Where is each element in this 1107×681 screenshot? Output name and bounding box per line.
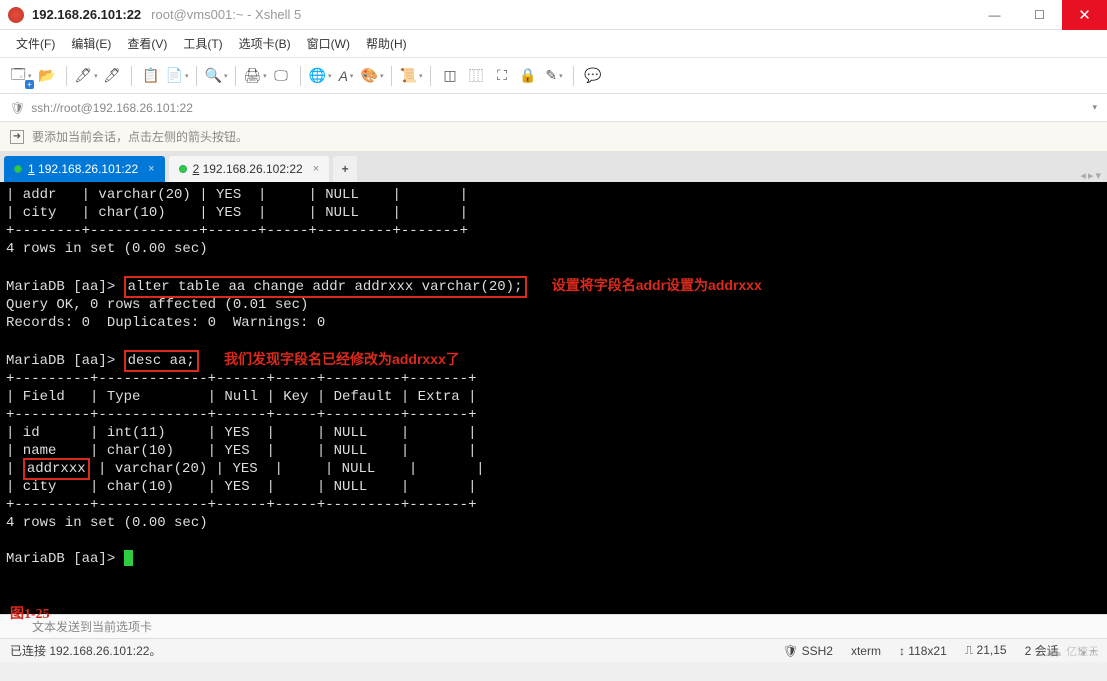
close-button[interactable]: ✕ bbox=[1062, 0, 1107, 30]
status-ssh: 🛡 SSH2 bbox=[783, 644, 833, 658]
tab-nav: ◂ ▸ ▾ bbox=[1080, 169, 1107, 182]
address-input[interactable]: ssh://root@192.168.26.101:22 bbox=[31, 101, 1092, 115]
open-icon[interactable]: 📂 bbox=[36, 65, 58, 87]
tab-session-1[interactable]: 1 192.168.26.101:22 × bbox=[4, 156, 165, 182]
compose-bar[interactable]: 图1-25 文本发送到当前选项卡 bbox=[0, 614, 1107, 638]
tabs-row: 1 192.168.26.101:22 × 2 192.168.26.102:2… bbox=[0, 152, 1107, 182]
highlight-icon[interactable]: ✎▾ bbox=[543, 65, 565, 87]
highlight-field: addrxxx bbox=[23, 458, 90, 480]
address-dropdown-icon[interactable]: ▾ bbox=[1092, 102, 1097, 113]
layout1-icon[interactable]: ◫ bbox=[439, 65, 461, 87]
menu-help[interactable]: 帮助(H) bbox=[366, 35, 407, 52]
status-bar: 已连接 192.168.26.101:22。 🛡 SSH2 xterm ↕ 11… bbox=[0, 638, 1107, 662]
chat-icon[interactable]: 💬 bbox=[582, 65, 604, 87]
terminal-output[interactable]: | addr | varchar(20) | YES | | NULL | | … bbox=[0, 182, 1107, 614]
layout2-icon[interactable]: ⿲ bbox=[465, 65, 487, 87]
window-title-sub: root@vms001:~ - Xshell 5 bbox=[151, 7, 301, 22]
fullscreen-icon[interactable]: ⛶ bbox=[491, 65, 513, 87]
separator bbox=[66, 66, 67, 86]
disconnect-icon[interactable]: 🖊 bbox=[101, 65, 123, 87]
colors-icon[interactable]: 🎨▾ bbox=[361, 65, 383, 87]
tab-close-icon[interactable]: × bbox=[148, 163, 154, 175]
status-pos: ⎍ 21,15 bbox=[965, 643, 1007, 658]
copy-icon[interactable]: 📋 bbox=[140, 65, 162, 87]
separator bbox=[430, 66, 431, 86]
window-title-ip: 192.168.26.101:22 bbox=[32, 7, 141, 22]
annotation-2: 我们发现字段名已经修改为addrxxx了 bbox=[224, 351, 460, 367]
menu-file[interactable]: 文件(F) bbox=[16, 35, 55, 52]
tab-label: 1 192.168.26.101:22 bbox=[28, 162, 138, 176]
menu-window[interactable]: 窗口(W) bbox=[307, 35, 350, 52]
status-term: xterm bbox=[851, 644, 881, 658]
globe-icon[interactable]: 🌐▾ bbox=[309, 65, 331, 87]
status-dot-icon bbox=[179, 165, 187, 173]
figure-label: 图1-25 bbox=[10, 603, 50, 623]
compose-hint: 文本发送到当前选项卡 bbox=[32, 618, 152, 635]
watermark: ☁ 亿速云 bbox=[1044, 640, 1099, 661]
toolbar: 🗔+▾ 📂 🖊▾ 🖊 📋 📄▾ 🔍▾ 🖨▾ 🖵 🌐▾ A▾ 🎨▾ 📜▾ ◫ ⿲ … bbox=[0, 58, 1107, 94]
status-size: ↕ 118x21 bbox=[899, 644, 947, 658]
titlebar: 192.168.26.101:22 root@vms001:~ - Xshell… bbox=[0, 0, 1107, 30]
status-dot-icon bbox=[14, 165, 22, 173]
maximize-button[interactable]: ☐ bbox=[1017, 0, 1062, 30]
tab-nav-dropdown-icon[interactable]: ▾ bbox=[1095, 169, 1101, 182]
menubar: 文件(F) 编辑(E) 查看(V) 工具(T) 选项卡(B) 窗口(W) 帮助(… bbox=[0, 30, 1107, 58]
print-icon[interactable]: 🖨▾ bbox=[244, 65, 266, 87]
separator bbox=[573, 66, 574, 86]
minimize-button[interactable]: — bbox=[972, 0, 1017, 30]
tab-close-icon[interactable]: × bbox=[313, 163, 319, 175]
font-icon[interactable]: A▾ bbox=[335, 65, 357, 87]
menu-tabs[interactable]: 选项卡(B) bbox=[239, 35, 291, 52]
find-icon[interactable]: 🔍▾ bbox=[205, 65, 227, 87]
tip-text: 要添加当前会话，点击左侧的箭头按钮。 bbox=[32, 128, 248, 145]
separator bbox=[391, 66, 392, 86]
reconnect-icon[interactable]: 🖊▾ bbox=[75, 65, 97, 87]
new-session-icon[interactable]: 🗔+▾ bbox=[10, 65, 32, 87]
separator bbox=[196, 66, 197, 86]
highlight-command-2: desc aa; bbox=[124, 350, 199, 372]
status-connected: 已连接 192.168.26.101:22。 bbox=[10, 642, 161, 659]
watermark-text: 亿速云 bbox=[1066, 643, 1099, 659]
separator bbox=[235, 66, 236, 86]
address-bar: 🛡 ssh://root@192.168.26.101:22 ▾ bbox=[0, 94, 1107, 122]
menu-edit[interactable]: 编辑(E) bbox=[71, 35, 111, 52]
paste-icon[interactable]: 📄▾ bbox=[166, 65, 188, 87]
shield-icon: 🛡 bbox=[10, 101, 25, 115]
tab-session-2[interactable]: 2 192.168.26.102:22 × bbox=[169, 156, 330, 182]
menu-tools[interactable]: 工具(T) bbox=[183, 35, 222, 52]
tab-label: 2 192.168.26.102:22 bbox=[193, 162, 303, 176]
app-logo-icon bbox=[8, 7, 24, 23]
separator bbox=[131, 66, 132, 86]
terminal-cursor bbox=[124, 550, 133, 566]
properties-icon[interactable]: 🖵 bbox=[270, 65, 292, 87]
tip-bar: ➜ 要添加当前会话，点击左侧的箭头按钮。 bbox=[0, 122, 1107, 152]
add-session-arrow-icon[interactable]: ➜ bbox=[10, 130, 24, 144]
tab-add-button[interactable]: + bbox=[333, 156, 357, 182]
separator bbox=[300, 66, 301, 86]
annotation-1: 设置将字段名addr设置为addrxxx bbox=[552, 277, 762, 293]
tab-nav-right-icon[interactable]: ▸ bbox=[1088, 169, 1094, 182]
tab-nav-left-icon[interactable]: ◂ bbox=[1080, 169, 1086, 182]
cloud-icon: ☁ bbox=[1044, 640, 1062, 661]
highlight-command-1: alter table aa change addr addrxxx varch… bbox=[124, 276, 527, 298]
menu-view[interactable]: 查看(V) bbox=[127, 35, 167, 52]
lock-icon[interactable]: 🔒 bbox=[517, 65, 539, 87]
script-icon[interactable]: 📜▾ bbox=[400, 65, 422, 87]
